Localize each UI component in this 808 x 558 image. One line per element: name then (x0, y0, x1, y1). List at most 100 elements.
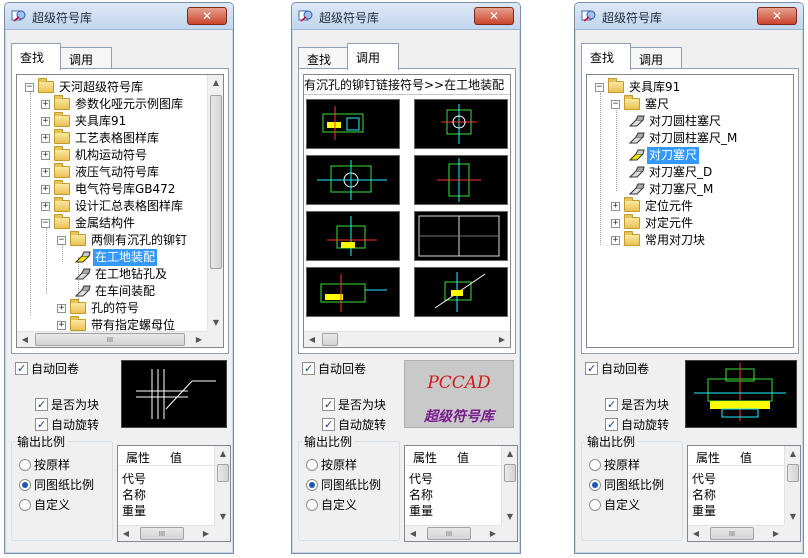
close-button[interactable]: ✕ (474, 7, 514, 25)
scroll-down-icon[interactable]: ▼ (785, 509, 800, 525)
property-list[interactable]: 属性 值 代号 名称 重量 ▲ ▼ ◀ III ▶ (117, 445, 231, 542)
horizontal-scrollbar[interactable]: ◀ III ▶ (688, 525, 784, 541)
auto-rotate-checkbox[interactable]: ✓ 自动旋转 (35, 417, 99, 433)
is-block-checkbox[interactable]: ✓ 是否为块 (322, 397, 386, 413)
scroll-left-icon[interactable]: ◀ (405, 526, 421, 541)
collapse-icon[interactable]: − (595, 83, 604, 92)
tab-search[interactable]: 查找 (298, 47, 348, 69)
scroll-thumb[interactable]: III (427, 527, 471, 540)
scroll-up-icon[interactable]: ▲ (215, 446, 230, 462)
scale-drawing-radio[interactable]: 同图纸比例 (306, 477, 381, 493)
thumbnail-view[interactable]: 有沉孔的铆钉链接符号>>在工地装配 ◀ ▶ (303, 74, 511, 348)
scroll-thumb[interactable]: III (140, 527, 184, 540)
scroll-down-icon[interactable]: ▼ (215, 509, 230, 525)
scroll-left-icon[interactable]: ◀ (304, 332, 320, 347)
horizontal-scrollbar[interactable]: ◀ III ▶ (118, 525, 214, 541)
scroll-down-icon[interactable]: ▼ (208, 315, 223, 331)
symbol-thumbnail[interactable] (414, 267, 508, 317)
symbol-thumbnail[interactable] (414, 211, 508, 261)
scale-drawing-radio[interactable]: 同图纸比例 (19, 477, 94, 493)
close-button[interactable]: ✕ (757, 7, 797, 25)
scroll-down-icon[interactable]: ▼ (502, 509, 517, 525)
scale-original-radio[interactable]: 按原样 (306, 457, 357, 473)
vertical-scrollbar[interactable]: ▲ ▼ (784, 446, 800, 525)
property-row[interactable]: 代号 (692, 470, 716, 487)
scroll-left-icon[interactable]: ◀ (17, 332, 33, 347)
title-bar[interactable]: 超级符号库 ✕ (5, 3, 233, 30)
scale-drawing-radio[interactable]: 同图纸比例 (589, 477, 664, 493)
symbol-tree[interactable]: − 夹具库91 − 塞尺 对刀圆柱塞尺 对刀圆柱塞尺_M 对刀塞尺 对刀塞尺_D… (586, 74, 794, 348)
collapse-icon[interactable]: − (57, 236, 66, 245)
auto-scroll-checkbox[interactable]: ✓ 自动回卷 (585, 361, 649, 377)
symbol-thumbnail[interactable] (414, 155, 508, 205)
column-header-value[interactable]: 值 (457, 449, 469, 466)
scroll-thumb[interactable] (210, 95, 222, 269)
property-row[interactable]: 名称 (409, 486, 433, 503)
tab-search[interactable]: 查找 (581, 43, 631, 70)
collapse-icon[interactable]: − (41, 219, 50, 228)
auto-rotate-checkbox[interactable]: ✓ 自动旋转 (605, 417, 669, 433)
horizontal-scrollbar[interactable]: ◀ III ▶ (405, 525, 501, 541)
property-row[interactable]: 名称 (122, 486, 146, 503)
column-header-value[interactable]: 值 (740, 449, 752, 466)
scale-custom-radio[interactable]: 自定义 (306, 497, 357, 513)
expand-icon[interactable]: + (41, 151, 50, 160)
vertical-scrollbar[interactable]: ▲ ▼ (501, 446, 517, 525)
tab-search[interactable]: 查找 (11, 43, 61, 70)
auto-rotate-checkbox[interactable]: ✓ 自动旋转 (322, 417, 386, 433)
symbol-thumbnail[interactable] (306, 267, 400, 317)
title-bar[interactable]: 超级符号库 ✕ (575, 3, 803, 30)
auto-scroll-checkbox[interactable]: ✓ 自动回卷 (302, 361, 366, 377)
close-button[interactable]: ✕ (187, 7, 227, 25)
title-bar[interactable]: 超级符号库 ✕ (292, 3, 520, 30)
property-list[interactable]: 属性 值 代号 名称 重量 ▲ ▼ ◀ III ▶ (687, 445, 801, 542)
expand-icon[interactable]: + (611, 236, 620, 245)
scroll-thumb[interactable] (787, 464, 799, 482)
symbol-thumbnail[interactable] (306, 99, 400, 149)
column-header-attr[interactable]: 属性 (413, 449, 437, 466)
expand-icon[interactable]: + (41, 185, 50, 194)
scroll-right-icon[interactable]: ▶ (485, 526, 501, 541)
horizontal-scrollbar[interactable]: ◀ ▶ (304, 331, 510, 347)
scale-original-radio[interactable]: 按原样 (19, 457, 70, 473)
column-header-attr[interactable]: 属性 (696, 449, 720, 466)
horizontal-scrollbar[interactable]: ◀ III ▶ (17, 331, 207, 347)
expand-icon[interactable]: + (41, 100, 50, 109)
property-row[interactable]: 重量 (122, 502, 146, 519)
scroll-right-icon[interactable]: ▶ (191, 332, 207, 347)
vertical-scrollbar[interactable]: ▲ ▼ (207, 75, 223, 331)
property-row[interactable]: 名称 (692, 486, 716, 503)
expand-icon[interactable]: + (611, 219, 620, 228)
vertical-scrollbar[interactable]: ▲ ▼ (214, 446, 230, 525)
collapse-icon[interactable]: − (611, 100, 620, 109)
scroll-up-icon[interactable]: ▲ (502, 446, 517, 462)
scale-custom-radio[interactable]: 自定义 (19, 497, 70, 513)
expand-icon[interactable]: + (41, 117, 50, 126)
is-block-checkbox[interactable]: ✓ 是否为块 (35, 397, 99, 413)
expand-icon[interactable]: + (57, 321, 66, 330)
expand-icon[interactable]: + (41, 134, 50, 143)
scroll-right-icon[interactable]: ▶ (494, 332, 510, 347)
expand-icon[interactable]: + (611, 202, 620, 211)
scroll-left-icon[interactable]: ◀ (118, 526, 134, 541)
tab-invoke[interactable]: 调用 (630, 47, 682, 69)
symbol-thumbnail[interactable] (306, 155, 400, 205)
scale-original-radio[interactable]: 按原样 (589, 457, 640, 473)
tab-invoke[interactable]: 调用 (60, 47, 112, 69)
scroll-up-icon[interactable]: ▲ (785, 446, 800, 462)
scroll-right-icon[interactable]: ▶ (768, 526, 784, 541)
scroll-thumb[interactable] (504, 464, 516, 482)
expand-icon[interactable]: + (57, 304, 66, 313)
scroll-thumb[interactable]: III (710, 527, 754, 540)
scroll-thumb[interactable] (322, 333, 338, 346)
scroll-left-icon[interactable]: ◀ (688, 526, 704, 541)
symbol-tree[interactable]: − 天河超级符号库 + 参数化哑元示例图库 + 夹具库91 + 工艺表格图样库 … (16, 74, 224, 348)
scroll-thumb[interactable]: III (35, 333, 185, 346)
tab-invoke[interactable]: 调用 (347, 43, 399, 70)
column-header-attr[interactable]: 属性 (126, 449, 150, 466)
collapse-icon[interactable]: − (25, 83, 34, 92)
symbol-thumbnail[interactable] (414, 99, 508, 149)
column-header-value[interactable]: 值 (170, 449, 182, 466)
property-row[interactable]: 重量 (409, 502, 433, 519)
property-row[interactable]: 代号 (409, 470, 433, 487)
